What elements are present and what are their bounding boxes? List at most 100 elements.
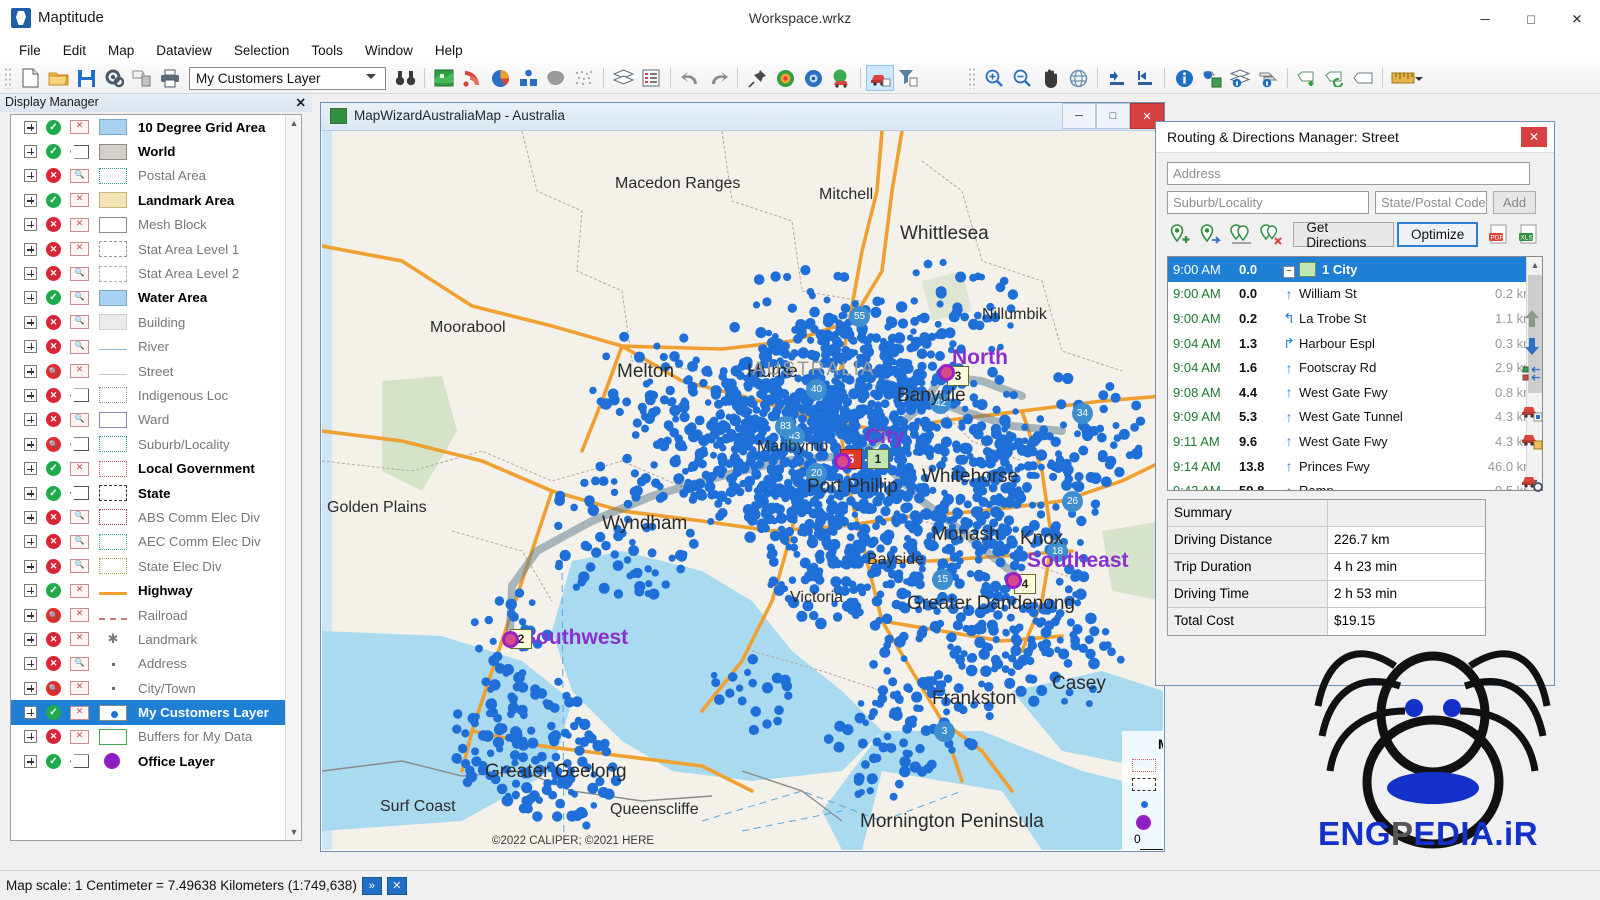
visibility-toggle-icon[interactable] [46, 363, 61, 379]
layer-row-city-town[interactable]: City/Town [11, 676, 301, 700]
label-toggle-icon[interactable] [70, 583, 89, 598]
visibility-toggle-icon[interactable] [46, 461, 61, 477]
visibility-toggle-icon[interactable] [46, 266, 61, 282]
export-pdf-icon[interactable]: PDF [1485, 222, 1512, 247]
label-toggle-icon[interactable] [70, 364, 89, 379]
direction-row[interactable]: 9:00 AM 0.2 ↰ La Trobe St 1.1 km [1168, 306, 1542, 331]
visibility-toggle-icon[interactable] [46, 583, 61, 599]
scroll-up-icon[interactable]: ▲ [286, 115, 301, 131]
layer-row-railroad[interactable]: Railroad [11, 603, 301, 627]
menu-item-window[interactable]: Window [354, 40, 424, 61]
close-button[interactable]: ✕ [1554, 0, 1600, 37]
expand-toggle-icon[interactable] [24, 559, 37, 573]
label-toggle-icon[interactable] [70, 510, 89, 525]
expand-toggle-icon[interactable] [24, 193, 37, 207]
info-layer-icon[interactable] [1198, 65, 1226, 91]
expand-toggle-icon[interactable] [24, 169, 37, 183]
filter-icon[interactable] [894, 65, 922, 91]
layer-row-ward[interactable]: Ward [11, 408, 301, 432]
suburb-input[interactable]: Suburb/Locality [1167, 191, 1369, 214]
label-toggle-icon[interactable] [70, 242, 89, 257]
new-file-icon[interactable] [16, 65, 44, 91]
expand-toggle-icon[interactable] [24, 608, 37, 622]
layer-row-landmark-area[interactable]: Landmark Area [11, 188, 301, 212]
layer-row-mesh-block[interactable]: Mesh Block [11, 213, 301, 237]
dot-density-icon[interactable] [570, 65, 598, 91]
expand-toggle-icon[interactable] [24, 706, 37, 720]
label-toggle-icon[interactable] [70, 412, 89, 427]
menu-item-dataview[interactable]: Dataview [145, 40, 223, 61]
layer-row-buffers-for-my-data[interactable]: Buffers for My Data [11, 725, 301, 749]
layer-row-street[interactable]: Street [11, 359, 301, 383]
car-tool-icon[interactable] [866, 65, 894, 91]
layer-row-local-government[interactable]: Local Government [11, 456, 301, 480]
expand-toggle-icon[interactable] [24, 510, 37, 524]
maximize-button[interactable]: □ [1508, 0, 1554, 37]
minimize-button[interactable]: ─ [1462, 0, 1508, 37]
layer-row-suburb-locality[interactable]: Suburb/Locality [11, 432, 301, 456]
visibility-toggle-icon[interactable] [46, 558, 61, 574]
add-label-icon[interactable] [1293, 65, 1321, 91]
map-canvas[interactable]: 55 40 43 42 34 83 20 26 18 15 3 Macedon Ranges Mitc… [322, 131, 1163, 850]
label-toggle-icon[interactable] [70, 705, 89, 720]
layer-row-aec-comm-elec-div[interactable]: AEC Comm Elec Div [11, 530, 301, 554]
office-marker[interactable] [502, 631, 519, 648]
info-stack-icon[interactable] [1254, 65, 1282, 91]
export-xls-icon[interactable]: XLS [1516, 222, 1543, 247]
label-toggle-icon[interactable] [70, 388, 89, 403]
label-toggle-icon[interactable] [70, 168, 89, 183]
office-marker[interactable] [834, 453, 851, 470]
label-toggle-icon[interactable] [70, 290, 89, 305]
refresh-label-icon[interactable] [1321, 65, 1349, 91]
expand-toggle-icon[interactable] [24, 267, 37, 281]
label-toggle-icon[interactable] [70, 681, 89, 696]
save-icon[interactable] [72, 65, 100, 91]
direction-row[interactable]: 9:04 AM 1.6 ↑ Footscray Rd 2.9 km [1168, 355, 1542, 380]
open-folder-icon[interactable] [44, 65, 72, 91]
layer-row-state[interactable]: State [11, 481, 301, 505]
circle-target-icon[interactable] [799, 65, 827, 91]
map-green-icon[interactable] [430, 65, 458, 91]
visibility-toggle-icon[interactable] [46, 607, 61, 623]
visibility-toggle-icon[interactable] [46, 144, 61, 160]
visibility-toggle-icon[interactable] [46, 192, 61, 208]
get-directions-button[interactable]: Get Directions [1293, 220, 1395, 250]
heatmap-icon[interactable] [458, 65, 486, 91]
label-toggle-icon[interactable] [70, 559, 89, 574]
optimize-button[interactable]: Optimize [1397, 222, 1479, 247]
layer-list[interactable]: 10 Degree Grid Area World Postal Area Landm… [10, 114, 302, 841]
label-toggle-icon[interactable] [70, 486, 89, 501]
print-icon[interactable] [156, 65, 184, 91]
menu-item-help[interactable]: Help [424, 40, 474, 61]
expand-toggle-icon[interactable] [24, 145, 37, 159]
layer-row-stat-area-level-1[interactable]: Stat Area Level 1 [11, 237, 301, 261]
move-down-icon[interactable] [1516, 333, 1548, 359]
visibility-toggle-icon[interactable] [46, 656, 61, 672]
zoom-out-icon[interactable] [1008, 65, 1036, 91]
layer-row-10-degree-grid-area[interactable]: 10 Degree Grid Area [11, 115, 301, 139]
scatter-icon[interactable] [514, 65, 542, 91]
visibility-toggle-icon[interactable] [46, 753, 61, 769]
label-toggle-icon[interactable] [70, 120, 89, 135]
label-toggle-icon[interactable] [70, 266, 89, 281]
layer-list-scrollbar[interactable]: ▲ ▼ [285, 115, 301, 840]
layers-icon[interactable] [609, 65, 637, 91]
office-marker[interactable] [1005, 572, 1022, 589]
visibility-toggle-icon[interactable] [46, 534, 61, 550]
move-up-icon[interactable] [1516, 305, 1548, 331]
direction-row[interactable]: 9:14 AM 13.8 ↑ Princes Fwy 46.0 km [1168, 454, 1542, 479]
info-icon[interactable] [1170, 65, 1198, 91]
state-postal-input[interactable]: State/Postal Code [1375, 191, 1487, 214]
visibility-toggle-icon[interactable] [46, 705, 61, 721]
route-stop-marker[interactable]: 1 [867, 449, 889, 469]
menu-item-file[interactable]: File [8, 40, 52, 61]
direction-row[interactable]: 9:08 AM 4.4 ↑ West Gate Fwy 0.8 km [1168, 380, 1542, 405]
label-toggle-icon[interactable] [70, 754, 89, 769]
reorder-icon[interactable] [1516, 361, 1548, 387]
expand-toggle-icon[interactable] [24, 413, 37, 427]
expand-toggle-icon[interactable] [24, 657, 37, 671]
direction-row[interactable]: 9:00 AM 0.0 ↑ William St 0.2 km [1168, 282, 1542, 307]
visibility-toggle-icon[interactable] [46, 387, 61, 403]
expand-toggle-icon[interactable] [24, 291, 37, 305]
info-layers-icon[interactable] [1226, 65, 1254, 91]
